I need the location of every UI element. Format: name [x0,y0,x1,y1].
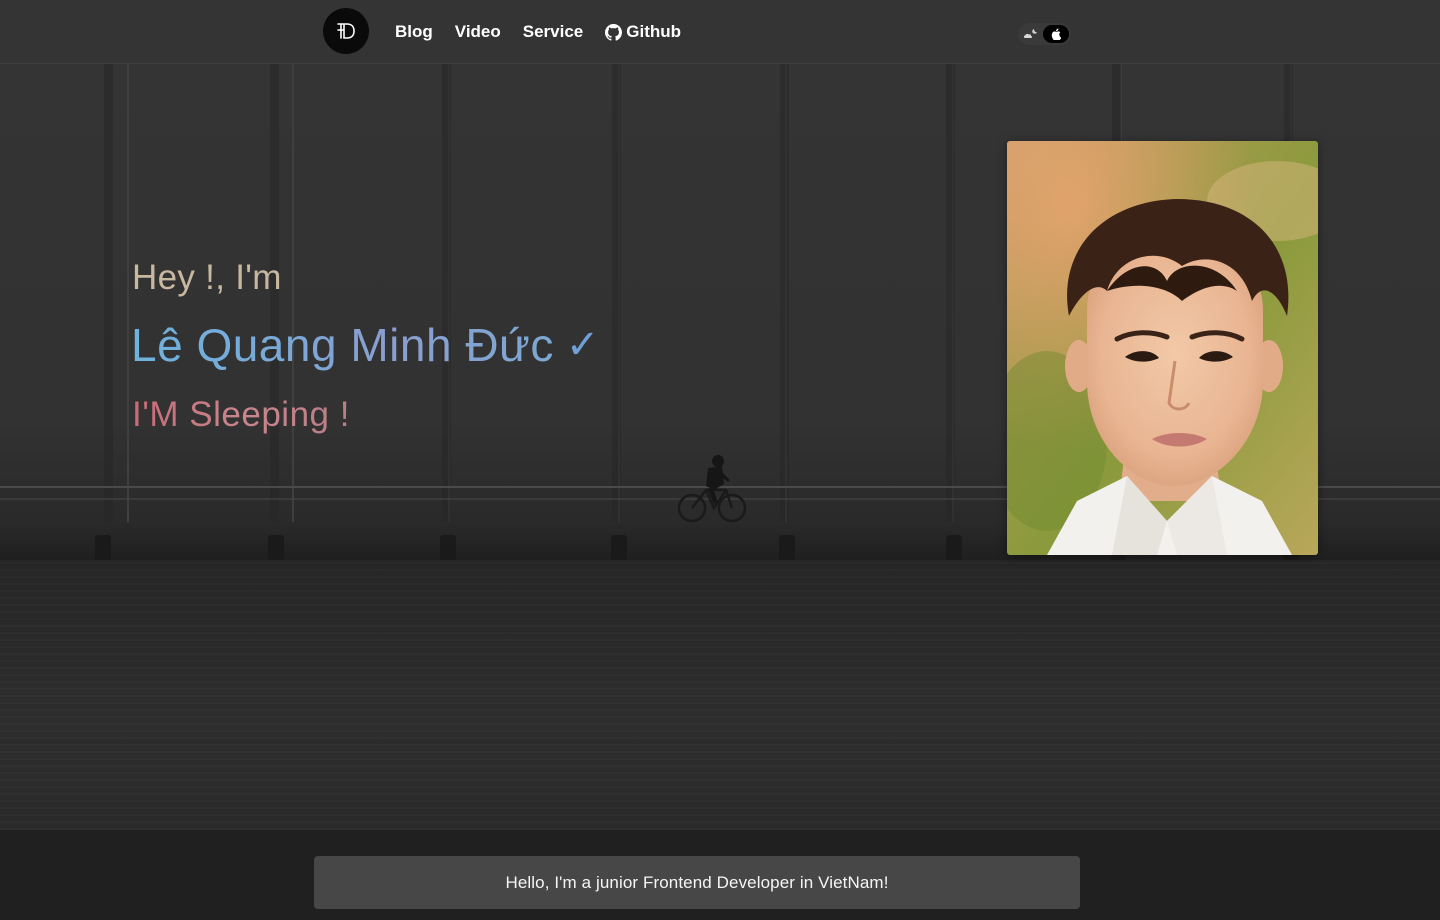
bridge-pier [611,535,627,563]
intro-banner: Hello, I'm a junior Frontend Developer i… [314,856,1080,909]
intro-text: Hello, I'm a junior Frontend Developer i… [505,872,889,892]
df-monogram-icon [337,23,355,39]
bridge-pier [779,535,795,563]
cyclist-silhouette [677,455,747,523]
verified-check-icon: ✓ [565,322,600,368]
github-icon [605,23,623,41]
nav-github-link[interactable]: Github [605,22,681,42]
nav-blog-label: Blog [395,22,433,41]
nav-service-label: Service [522,22,584,41]
bridge-pier [95,535,111,563]
theme-toggle[interactable] [1018,23,1071,45]
bridge-tower [612,64,621,534]
bridge-tower [104,64,113,534]
hero-name-row: Lê Quang Minh Đức ✓ [131,318,599,372]
nav-blog-link[interactable]: Blog [395,22,433,42]
apple-icon [1051,28,1061,40]
hero-name: Lê Quang Minh Đức [131,319,554,371]
bridge-pier [946,535,962,563]
profile-photo [1007,141,1318,555]
bridge-pier [440,535,456,563]
nav-service-link[interactable]: Service [523,22,584,42]
water [0,560,1440,830]
footer: Hello, I'm a junior Frontend Developer i… [0,830,1440,920]
nav-github-label: Github [626,22,682,41]
bridge-tower [780,64,789,534]
toggle-knob[interactable] [1043,25,1069,43]
bridge-cable [127,64,129,534]
bridge-pier [268,535,284,563]
nav-links: Blog Video Service Github [395,20,681,44]
moon-cloud-icon [1023,29,1038,38]
profile-photo-drawing [1007,141,1318,555]
hero-greeting: Hey !, I'm [132,258,282,297]
nav-video-link[interactable]: Video [455,22,501,42]
navbar: Blog Video Service Github [0,0,1440,64]
df-monogram-logo[interactable] [323,8,369,54]
nav-video-label: Video [454,22,501,41]
bridge-tower [442,64,451,534]
hero-status: I'M Sleeping ! [132,395,350,434]
bridge-tower [270,64,279,534]
bridge-cable [292,64,294,534]
bridge-tower [946,64,955,534]
